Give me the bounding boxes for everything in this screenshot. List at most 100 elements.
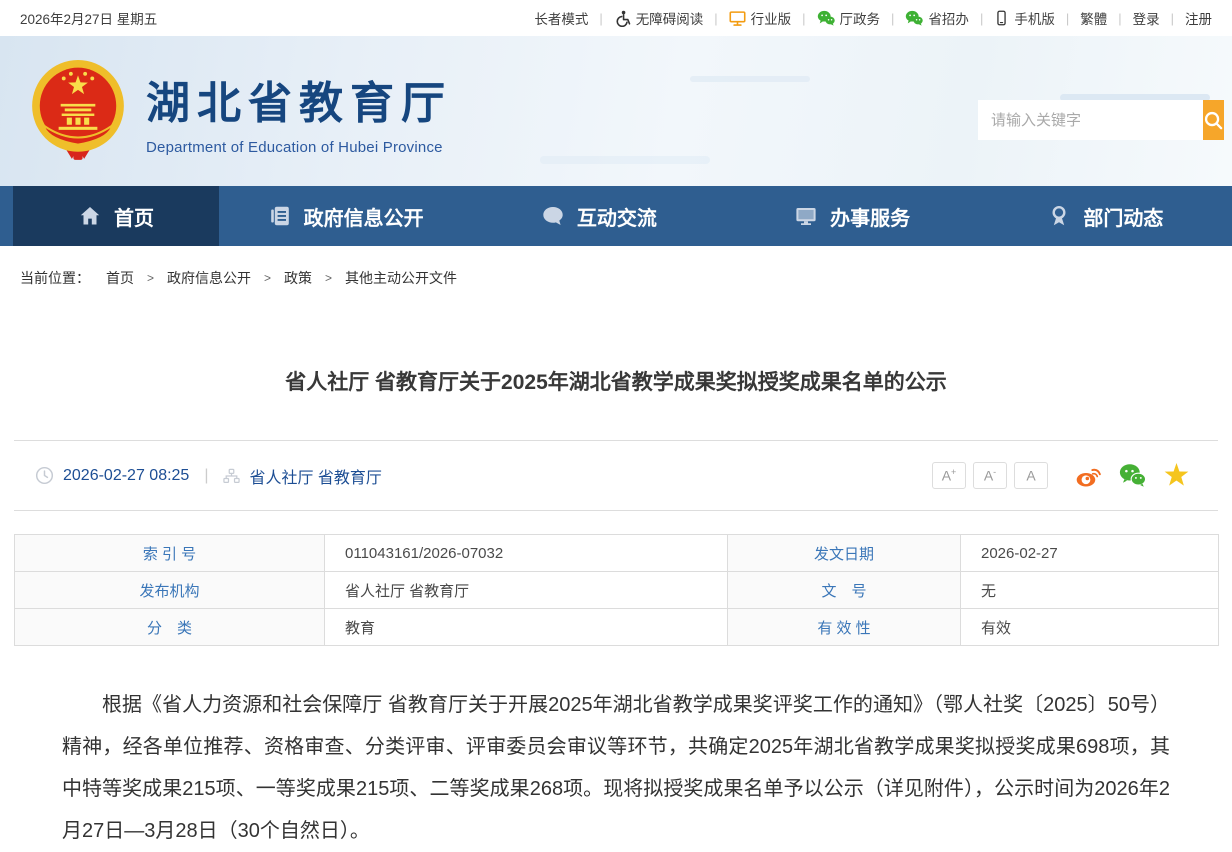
- breadcrumb-item-gov-info[interactable]: 政府信息公开: [167, 268, 251, 288]
- font-reset-button[interactable]: A: [1014, 462, 1048, 489]
- field-label-issue-date: 发文日期: [728, 535, 961, 572]
- award-ribbon-icon: [1047, 204, 1071, 228]
- mobile-version-label: 手机版: [1014, 8, 1055, 28]
- traditional-label: 繁體: [1080, 8, 1107, 28]
- article-meta: 2026-02-27 08:25 | 省人社厅 省教育厅: [35, 464, 382, 488]
- article-tools: A+ A- A: [925, 462, 1190, 489]
- industry-version-link[interactable]: 行业版: [729, 8, 792, 28]
- home-icon: [78, 204, 102, 228]
- separator: |: [714, 11, 717, 26]
- weibo-icon[interactable]: [1075, 462, 1102, 489]
- field-value-index-number: 011043161/2026-07032: [325, 535, 728, 572]
- cloud-decoration: [690, 76, 810, 82]
- search-icon: [1203, 110, 1224, 131]
- nav-item-dept-news[interactable]: 部门动态: [979, 186, 1232, 246]
- breadcrumb-item-home[interactable]: 首页: [106, 268, 134, 288]
- phone-icon: [994, 10, 1009, 26]
- publish-time: 2026-02-27 08:25: [63, 467, 189, 485]
- font-larger-button[interactable]: A+: [932, 462, 966, 489]
- separator: |: [891, 11, 894, 26]
- admissions-wechat-link[interactable]: 省招办: [905, 8, 969, 28]
- field-value-validity: 有效: [961, 609, 1219, 646]
- wheelchair-icon: [614, 10, 631, 27]
- breadcrumb-label: 当前位置：: [20, 268, 90, 288]
- site-name: 湖北省教育厅: [146, 67, 452, 131]
- accessibility-link[interactable]: 无障碍阅读: [614, 8, 704, 28]
- separator: |: [1066, 11, 1069, 26]
- cloud-decoration: [540, 156, 710, 164]
- breadcrumb-separator: >: [325, 271, 332, 285]
- nav-item-gov-info[interactable]: 政府信息公开: [219, 186, 472, 246]
- nav-label: 互动交流: [577, 202, 657, 231]
- topbar: 2026年2月27日 星期五 长者模式 | 无障碍阅读 | 行业版 | 厅政务 …: [0, 0, 1232, 36]
- dept-gov-wechat-link[interactable]: 厅政务: [817, 8, 881, 28]
- site-name-english: Department of Education of Hubei Provinc…: [146, 139, 452, 156]
- monitor-icon: [794, 204, 818, 228]
- mobile-version-link[interactable]: 手机版: [994, 8, 1055, 28]
- national-emblem-logo: [26, 58, 130, 164]
- field-value-category: 教育: [325, 609, 728, 646]
- site-title-block: 湖北省教育厅 Department of Education of Hubei …: [146, 67, 452, 156]
- field-label-validity: 有 效 性: [728, 609, 961, 646]
- admissions-label: 省招办: [928, 8, 969, 28]
- industry-version-label: 行业版: [751, 8, 792, 28]
- field-label-category: 分 类: [15, 609, 325, 646]
- site-search: [978, 100, 1216, 140]
- elder-mode-label: 长者模式: [534, 8, 588, 28]
- table-row: 索 引 号 011043161/2026-07032 发文日期 2026-02-…: [15, 535, 1219, 572]
- separator: |: [204, 467, 208, 485]
- document-icon: [268, 204, 292, 228]
- nav-item-home[interactable]: 首页: [13, 186, 219, 246]
- separator: |: [980, 11, 983, 26]
- nav-label: 部门动态: [1083, 202, 1163, 231]
- search-input[interactable]: [978, 100, 1203, 140]
- monitor-icon: [729, 10, 746, 27]
- article-body: 根据《省人力资源和社会保障厅 省教育厅关于开展2025年湖北省教学成果奖评奖工作…: [62, 684, 1170, 852]
- login-link[interactable]: 登录: [1133, 8, 1160, 28]
- chat-bubble-icon: [541, 204, 565, 228]
- main-nav: 首页 政府信息公开 互动交流 办事服务 部门动态: [0, 186, 1232, 246]
- breadcrumb-separator: >: [147, 271, 154, 285]
- breadcrumb-item-other-docs[interactable]: 其他主动公开文件: [345, 268, 457, 288]
- register-label: 注册: [1185, 8, 1212, 28]
- login-label: 登录: [1133, 8, 1160, 28]
- clock-icon: [35, 466, 54, 485]
- table-row: 发布机构 省人社厅 省教育厅 文 号 无: [15, 572, 1219, 609]
- topbar-links: 长者模式 | 无障碍阅读 | 行业版 | 厅政务 | 省招办 | 手机版 | 繁…: [534, 8, 1212, 28]
- wechat-icon: [817, 10, 835, 26]
- traditional-chinese-link[interactable]: 繁體: [1080, 8, 1107, 28]
- elder-mode-link[interactable]: 长者模式: [534, 8, 588, 28]
- article-meta-row: 2026-02-27 08:25 | 省人社厅 省教育厅 A+ A- A: [14, 441, 1218, 511]
- qzone-icon[interactable]: [1163, 462, 1190, 489]
- nav-label: 政府信息公开: [304, 202, 424, 231]
- current-date: 2026年2月27日 星期五: [20, 8, 157, 28]
- font-smaller-button[interactable]: A-: [973, 462, 1007, 489]
- field-label-publisher: 发布机构: [15, 572, 325, 609]
- search-button[interactable]: [1203, 100, 1224, 140]
- dept-gov-label: 厅政务: [840, 8, 881, 28]
- site-brand[interactable]: 湖北省教育厅 Department of Education of Hubei …: [26, 58, 452, 164]
- register-link[interactable]: 注册: [1185, 8, 1212, 28]
- nav-item-interaction[interactable]: 互动交流: [472, 186, 725, 246]
- wechat-icon[interactable]: [1119, 462, 1146, 489]
- nav-item-services[interactable]: 办事服务: [726, 186, 979, 246]
- separator: |: [1171, 11, 1174, 26]
- field-label-doc-number: 文 号: [728, 572, 961, 609]
- article-title: 省人社厅 省教育厅关于2025年湖北省教学成果奖拟授奖成果名单的公示: [14, 366, 1218, 396]
- article-source: 省人社厅 省教育厅: [249, 464, 381, 488]
- nav-label: 首页: [114, 202, 154, 231]
- field-value-publisher: 省人社厅 省教育厅: [325, 572, 728, 609]
- article-paragraph: 根据《省人力资源和社会保障厅 省教育厅关于开展2025年湖北省教学成果奖评奖工作…: [62, 684, 1170, 852]
- breadcrumb-separator: >: [264, 271, 271, 285]
- separator: |: [802, 11, 805, 26]
- article-title-section: 省人社厅 省教育厅关于2025年湖北省教学成果奖拟授奖成果名单的公示: [14, 310, 1218, 441]
- masthead: 湖北省教育厅 Department of Education of Hubei …: [0, 36, 1232, 186]
- breadcrumb: 当前位置： 首页 > 政府信息公开 > 政策 > 其他主动公开文件: [0, 246, 1232, 310]
- field-label-index-number: 索 引 号: [15, 535, 325, 572]
- nav-label: 办事服务: [830, 202, 910, 231]
- breadcrumb-item-policy[interactable]: 政策: [284, 268, 312, 288]
- separator: |: [599, 11, 602, 26]
- table-row: 分 类 教育 有 效 性 有效: [15, 609, 1219, 646]
- wechat-icon: [905, 10, 923, 26]
- separator: |: [1118, 11, 1121, 26]
